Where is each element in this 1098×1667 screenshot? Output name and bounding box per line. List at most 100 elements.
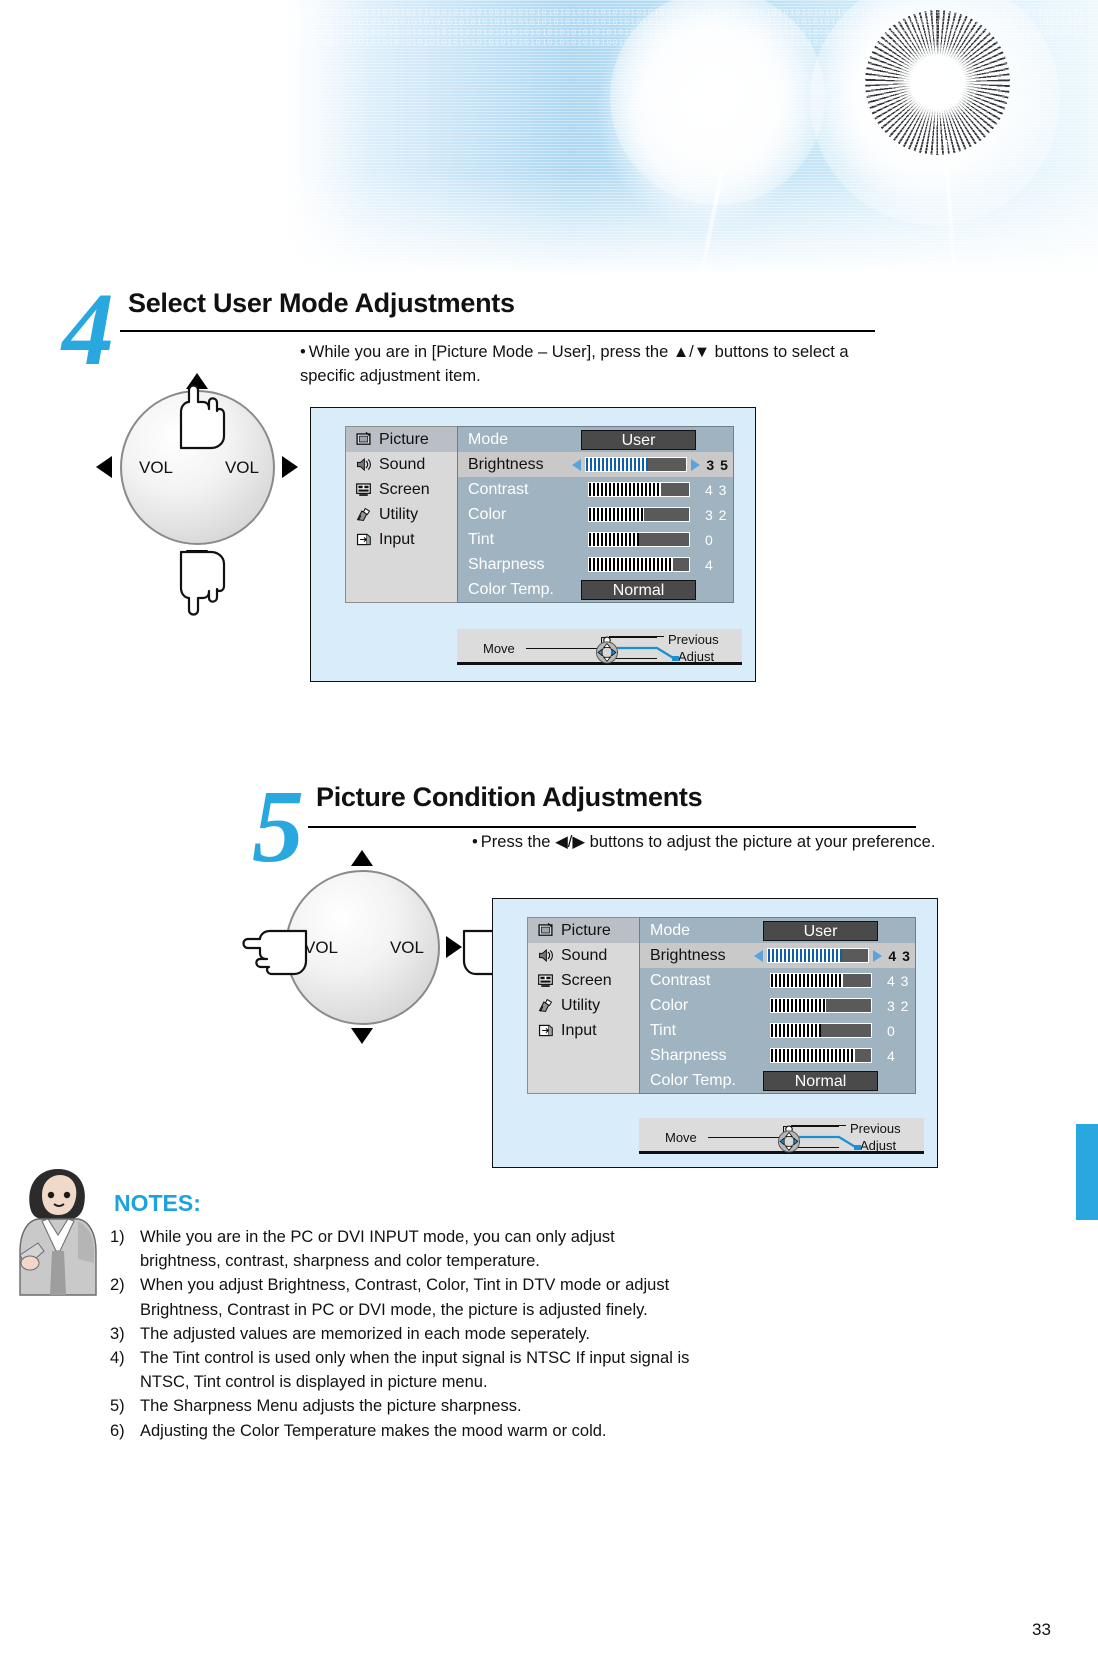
- jog-wheel-step-4[interactable]: VOL VOL: [96, 360, 305, 616]
- osd-panel-step-4: Picture Sound Screen Utility Input Mode …: [310, 407, 756, 682]
- navbar-adjust-label: Adjust: [860, 1138, 897, 1153]
- sidebar-item-label: Screen: [379, 480, 430, 498]
- osd-row-value: 4: [887, 1047, 896, 1064]
- sidebar-item-sound[interactable]: Sound: [528, 943, 639, 968]
- tint-slider[interactable]: [587, 532, 690, 547]
- osd-row-control[interactable]: [760, 1023, 881, 1038]
- sharpness-slider[interactable]: [587, 557, 690, 572]
- brightness-slider[interactable]: [767, 948, 870, 963]
- sidebar-item-utility[interactable]: Utility: [346, 502, 457, 527]
- color-temp-value-chip[interactable]: Normal: [581, 579, 696, 600]
- osd-row-value: 0: [887, 1022, 896, 1039]
- osd-row-control[interactable]: [760, 1048, 881, 1063]
- note-item: 2) When you adjust Brightness, Contrast,…: [110, 1273, 690, 1321]
- sidebar-item-label: Utility: [561, 996, 601, 1014]
- sidebar-item-sound[interactable]: Sound: [346, 452, 457, 477]
- banner-bottom-fade: [0, 170, 1098, 290]
- note-text: The adjusted values are memorized in eac…: [140, 1324, 591, 1343]
- osd-row-control[interactable]: [578, 482, 699, 497]
- step-4-instruction: • While you are in [Picture Mode – User],…: [300, 340, 870, 388]
- tint-slider[interactable]: [769, 1023, 872, 1038]
- osd-row-control[interactable]: User: [578, 429, 699, 450]
- screen-icon: [356, 483, 371, 496]
- jog-wheel-dial[interactable]: VOL VOL: [285, 870, 440, 1025]
- notes-title: NOTES:: [114, 1190, 201, 1216]
- osd-row-label: Brightness: [468, 455, 544, 473]
- color-slider[interactable]: [769, 998, 872, 1013]
- mode-value-chip[interactable]: User: [581, 429, 696, 450]
- osd-row-tint[interactable]: Tint 0: [458, 527, 733, 552]
- osd-row-label: Sharpness: [468, 555, 545, 573]
- decrease-arrow-icon[interactable]: [572, 458, 582, 471]
- sidebar-item-input[interactable]: Input: [528, 1018, 639, 1043]
- osd-navbar-one: Move Previous Adjust: [457, 629, 742, 665]
- osd-row-control[interactable]: [578, 507, 699, 522]
- sidebar-item-label: Input: [379, 530, 415, 548]
- osd-row-control[interactable]: User: [760, 920, 881, 941]
- osd-row-color-temp[interactable]: Color Temp. Normal: [458, 577, 733, 602]
- osd-navbar-two: Move Previous Adjust: [639, 1118, 924, 1154]
- osd-row-control[interactable]: [754, 948, 883, 963]
- osd-row-tint[interactable]: Tint 0: [640, 1018, 915, 1043]
- brightness-slider[interactable]: [585, 457, 688, 472]
- contrast-slider[interactable]: [587, 482, 690, 497]
- increase-arrow-icon[interactable]: [691, 458, 701, 471]
- osd-rows-one: Mode User Brightness 3 5 Contrast 4 3 Co…: [457, 426, 734, 603]
- wheel-left-label: VOL: [139, 458, 174, 477]
- osd-row-color[interactable]: Color 3 2: [458, 502, 733, 527]
- utility-icon: [356, 507, 371, 522]
- navbar-adjust-leader-line: [799, 1135, 861, 1150]
- page-number: 33: [1032, 1620, 1051, 1639]
- note-number: 6): [110, 1421, 125, 1440]
- osd-row-sharpness[interactable]: Sharpness 4: [640, 1043, 915, 1068]
- osd-row-control[interactable]: [760, 998, 881, 1013]
- screen-icon: [538, 974, 553, 987]
- wheel-left-arrow-icon: [96, 456, 112, 478]
- wheel-down-arrow-icon: [351, 1028, 373, 1044]
- sidebar-item-input[interactable]: Input: [346, 527, 457, 552]
- osd-row-brightness[interactable]: Brightness 4 3: [640, 943, 915, 968]
- osd-row-control[interactable]: [578, 532, 699, 547]
- sidebar-item-screen[interactable]: Screen: [528, 968, 639, 993]
- osd-row-label: Color Temp.: [468, 580, 554, 598]
- osd-row-control[interactable]: Normal: [760, 1070, 881, 1091]
- osd-row-brightness[interactable]: Brightness 3 5: [458, 452, 733, 477]
- sharpness-slider[interactable]: [769, 1048, 872, 1063]
- color-temp-value-chip[interactable]: Normal: [763, 1070, 878, 1091]
- sidebar-item-label: Utility: [379, 505, 419, 523]
- note-number: 1): [110, 1228, 125, 1246]
- osd-row-control[interactable]: [572, 457, 701, 472]
- sidebar-item-picture[interactable]: Picture: [528, 918, 639, 943]
- osd-row-control[interactable]: [760, 973, 881, 988]
- osd-row-color[interactable]: Color 3 2: [640, 993, 915, 1018]
- osd-row-contrast[interactable]: Contrast 4 3: [640, 968, 915, 993]
- contrast-slider[interactable]: [769, 973, 872, 988]
- wheel-left-label: VOL: [304, 938, 339, 957]
- page-side-tab: [1076, 1124, 1098, 1220]
- input-icon: [538, 1024, 553, 1037]
- mode-value-chip[interactable]: User: [763, 920, 878, 941]
- hand-pressing-up-icon: [179, 384, 226, 450]
- navbar-adjust-leader-line: [617, 646, 679, 661]
- increase-arrow-icon[interactable]: [873, 949, 883, 962]
- step-5-rule: [308, 826, 916, 828]
- decrease-arrow-icon[interactable]: [754, 949, 764, 962]
- osd-row-label: Mode: [650, 921, 691, 939]
- osd-row-control[interactable]: [578, 557, 699, 572]
- osd-row-mode[interactable]: Mode User: [640, 918, 915, 943]
- sidebar-item-picture[interactable]: Picture: [346, 427, 457, 452]
- note-text: The Sharpness Menu adjusts the picture s…: [140, 1397, 522, 1416]
- note-item: 5) The Sharpness Menu adjusts the pictur…: [110, 1394, 690, 1418]
- osd-row-color-temp[interactable]: Color Temp. Normal: [640, 1068, 915, 1093]
- note-item: 3) The adjusted values are memorized in …: [110, 1322, 690, 1346]
- osd-row-mode[interactable]: Mode User: [458, 427, 733, 452]
- jog-wheel-step-5[interactable]: VOL VOL: [242, 850, 528, 1044]
- navbar-move-label: Move: [665, 1130, 697, 1145]
- sidebar-item-screen[interactable]: Screen: [346, 477, 457, 502]
- osd-row-contrast[interactable]: Contrast 4 3: [458, 477, 733, 502]
- slider-fill: [588, 508, 644, 521]
- osd-row-sharpness[interactable]: Sharpness 4: [458, 552, 733, 577]
- osd-row-control[interactable]: Normal: [578, 579, 699, 600]
- sidebar-item-utility[interactable]: Utility: [528, 993, 639, 1018]
- color-slider[interactable]: [587, 507, 690, 522]
